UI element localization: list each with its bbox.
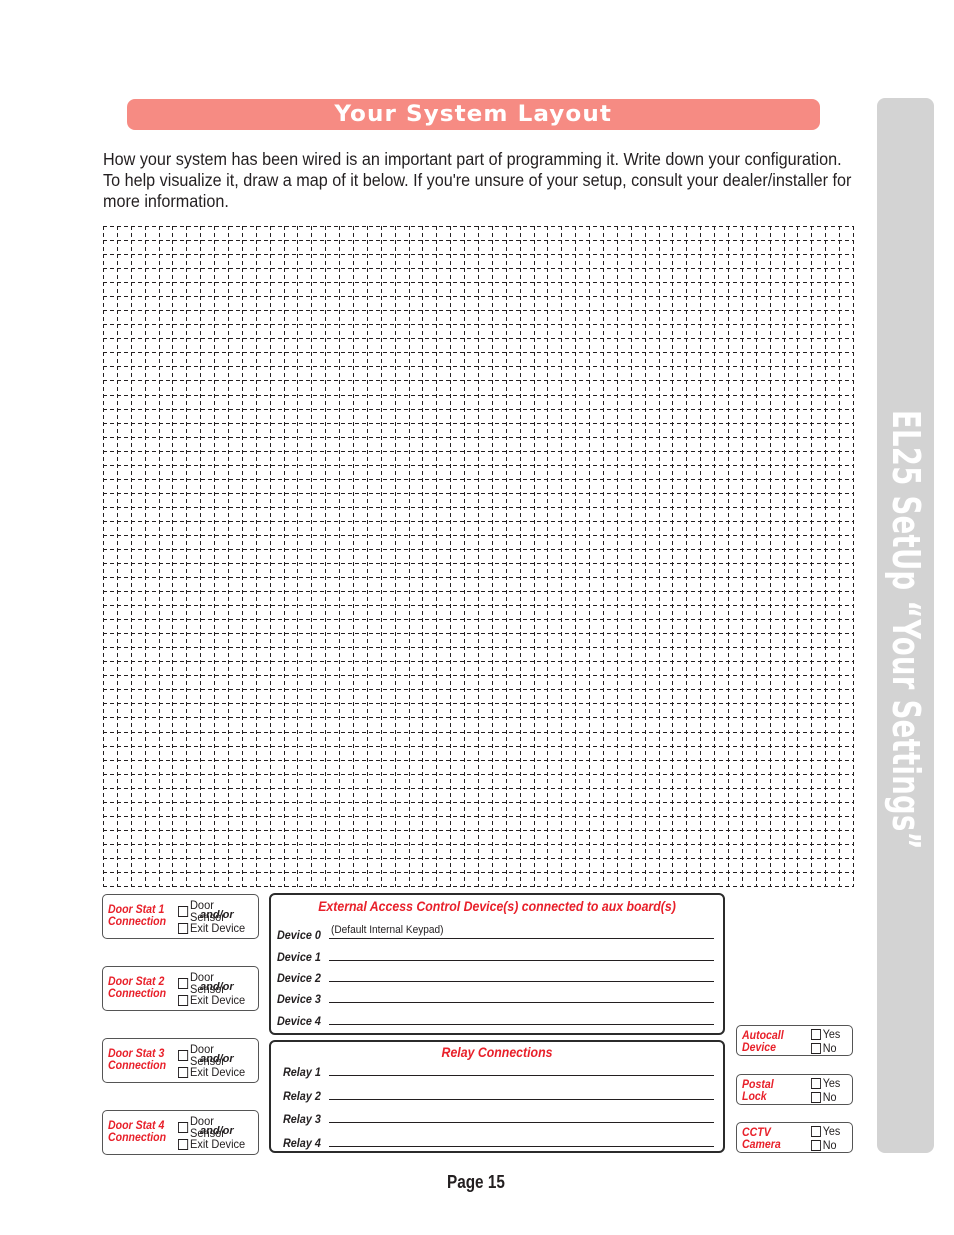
door-stat-4-exit-device-option[interactable]: Exit Device [178, 1138, 245, 1150]
door-stat-3-box: Door Stat 3 Connection Door Sensor and/o… [102, 1038, 259, 1083]
device-label: Device 4 [277, 1014, 321, 1028]
relay-row: Relay 3 [283, 1109, 714, 1125]
external-devices-title: External Access Control Device(s) connec… [318, 898, 676, 914]
yes-checkbox[interactable] [811, 1028, 821, 1040]
no-checkbox[interactable] [811, 1042, 821, 1054]
yes-checkbox[interactable] [811, 1077, 821, 1089]
device-row: Device 3 [277, 989, 714, 1005]
door-sensor-checkbox[interactable] [178, 905, 189, 917]
door-stat-4-box: Door Stat 4 Connection Door Sensor and/o… [102, 1110, 259, 1155]
autocall-no-option[interactable]: No [811, 1042, 837, 1054]
door-sensor-checkbox[interactable] [178, 977, 189, 989]
relay-label: Relay 2 [283, 1089, 321, 1103]
external-devices-panel: External Access Control Device(s) connec… [269, 893, 725, 1035]
device-0-field[interactable]: (Default Internal Keypad) [329, 924, 714, 939]
exit-device-checkbox[interactable] [178, 1138, 189, 1150]
device-0-value: (Default Internal Keypad) [331, 924, 444, 936]
relay-connections-title: Relay Connections [441, 1044, 553, 1060]
device-label: Device 3 [277, 992, 321, 1006]
cctv-yes-option[interactable]: Yes [811, 1125, 840, 1137]
relay-row: Relay 2 [283, 1086, 714, 1102]
door-stat-1-box: Door Stat 1 Connection Door Sensor and/o… [102, 894, 259, 939]
relay-row: Relay 4 [283, 1133, 714, 1149]
door-stat-3-label: Door Stat 3 Connection [108, 1046, 167, 1072]
postal-lock-label: Postal Lock [742, 1077, 774, 1103]
door-sensor-checkbox[interactable] [178, 1121, 189, 1133]
door-stat-2-box: Door Stat 2 Connection Door Sensor and/o… [102, 966, 259, 1011]
door-stat-2-label: Door Stat 2 Connection [108, 974, 167, 1000]
exit-device-checkbox[interactable] [178, 994, 189, 1006]
section-title-bar: Your System Layout [127, 99, 820, 130]
device-row: Device 1 [277, 947, 714, 963]
yes-checkbox[interactable] [811, 1125, 821, 1137]
postal-lock-yes-option[interactable]: Yes [811, 1077, 840, 1089]
and-or-joiner: and/or [200, 1053, 234, 1065]
relay-4-field[interactable] [329, 1133, 714, 1147]
exit-device-checkbox[interactable] [178, 922, 189, 934]
device-row: Device 2 [277, 968, 714, 984]
postal-lock-no-option[interactable]: No [811, 1091, 837, 1103]
autocall-device-box: Autocall Device Yes No [736, 1025, 853, 1056]
relay-row: Relay 1 [283, 1062, 714, 1078]
device-row: Device 0 (Default Internal Keypad) [277, 924, 714, 942]
relay-3-field[interactable] [329, 1109, 714, 1123]
relay-label: Relay 1 [283, 1065, 321, 1079]
relay-1-field[interactable] [329, 1062, 714, 1076]
relay-connections-panel: Relay Connections Relay 1 Relay 2 Relay … [269, 1040, 725, 1153]
device-label: Device 1 [277, 950, 321, 964]
no-checkbox[interactable] [811, 1091, 821, 1103]
and-or-joiner: and/or [200, 981, 234, 993]
and-or-joiner: and/or [200, 909, 234, 921]
door-stat-1-exit-device-option[interactable]: Exit Device [178, 922, 245, 934]
device-2-field[interactable] [329, 968, 714, 982]
cctv-camera-label: CCTV Camera [742, 1125, 781, 1151]
drawing-grid[interactable] [103, 226, 854, 887]
intro-paragraph: How your system has been wired is an imp… [103, 149, 852, 211]
side-tab-label-wrap: EL25 SetUp “Your Settings” [878, 98, 934, 1153]
door-stat-1-label: Door Stat 1 Connection [108, 902, 167, 928]
door-stat-3-exit-device-option[interactable]: Exit Device [178, 1066, 245, 1078]
page-number: Page 15 [447, 1172, 505, 1192]
relay-label: Relay 3 [283, 1112, 321, 1126]
exit-device-checkbox[interactable] [178, 1066, 189, 1078]
device-label: Device 0 [277, 928, 321, 942]
autocall-device-label: Autocall Device [742, 1028, 784, 1054]
door-stat-4-label: Door Stat 4 Connection [108, 1118, 167, 1144]
cctv-no-option[interactable]: No [811, 1139, 837, 1151]
device-row: Device 4 [277, 1011, 714, 1027]
drawing-grid-svg[interactable] [103, 226, 854, 887]
no-checkbox[interactable] [811, 1139, 821, 1151]
side-tab-label: EL25 SetUp “Your Settings” [884, 410, 928, 850]
section-title: Your System Layout [334, 102, 613, 127]
relay-2-field[interactable] [329, 1086, 714, 1100]
device-1-field[interactable] [329, 947, 714, 961]
door-sensor-checkbox[interactable] [178, 1049, 189, 1061]
door-stat-2-exit-device-option[interactable]: Exit Device [178, 994, 245, 1006]
device-3-field[interactable] [329, 989, 714, 1003]
autocall-yes-option[interactable]: Yes [811, 1028, 840, 1040]
relay-label: Relay 4 [283, 1136, 321, 1150]
device-label: Device 2 [277, 971, 321, 985]
cctv-camera-box: CCTV Camera Yes No [736, 1122, 853, 1153]
postal-lock-box: Postal Lock Yes No [736, 1074, 853, 1105]
and-or-joiner: and/or [200, 1125, 234, 1137]
device-4-field[interactable] [329, 1011, 714, 1025]
